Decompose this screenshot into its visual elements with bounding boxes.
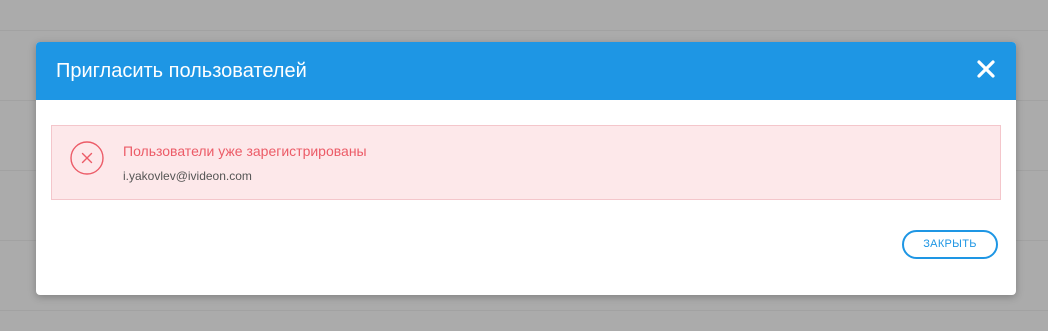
background-row-divider [0,30,1048,31]
error-circle-x-icon [70,141,104,175]
close-icon[interactable] [975,58,997,80]
registered-user-email: i.yakovlev@ivideon.com [123,169,252,183]
background-text [392,0,542,2]
alert-title: Пользователи уже зарегистрированы [123,143,367,159]
background-row-divider [0,310,1048,311]
dialog-header: Пригласить пользователей [36,42,1016,100]
invite-users-dialog: Пригласить пользователей Пользователи уж… [36,42,1016,295]
close-button[interactable]: ЗАКРЫТЬ [902,230,998,259]
error-alert: Пользователи уже зарегистрированы i.yako… [51,125,1001,200]
dialog-title: Пригласить пользователей [56,60,307,82]
